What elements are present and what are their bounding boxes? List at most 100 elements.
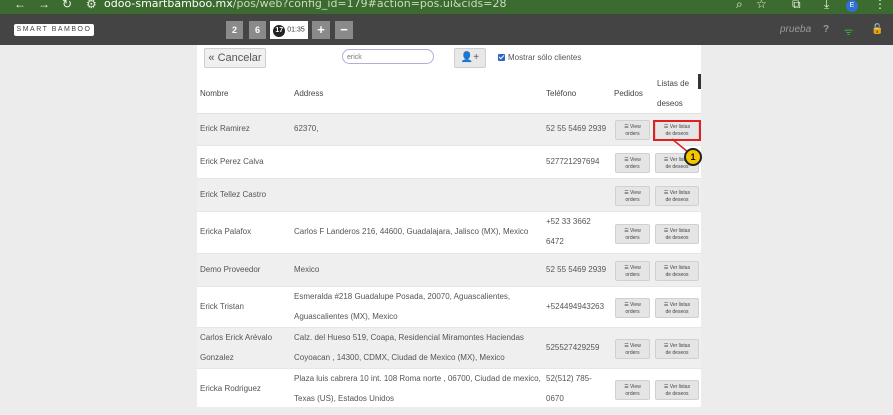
client-name: Erick Perez Calva — [200, 157, 264, 166]
scrollbar-thumb[interactable] — [698, 74, 701, 89]
view-orders-button[interactable]: ☰ View orders — [615, 224, 650, 244]
cancel-button[interactable]: « Cancelar — [204, 48, 266, 68]
view-wishlists-button[interactable]: ☰ Ver listas de deseos — [655, 298, 699, 318]
only-clients-toggle[interactable]: Mostrar sólo clientes — [498, 53, 581, 62]
menu-kebab-icon[interactable]: ⋮ — [874, 0, 886, 11]
client-phone-cont: 0670 — [546, 394, 564, 403]
client-row[interactable]: Erick Ramirez 62370, 52 55 5469 2939 ☰ V… — [197, 114, 701, 146]
pos-header: SMART BAMBOO 2 6 17 01:35 + − prueba ? ᯤ … — [0, 14, 893, 45]
client-row[interactable]: Erick Perez Calva 527721297694 ☰ View ord… — [197, 146, 701, 179]
client-name-cont: Gonzalez — [200, 353, 234, 362]
header-name: Nombre — [200, 89, 229, 98]
client-row[interactable]: Carlos Erick Arévalo Gonzalez Calz. del … — [197, 328, 701, 369]
back-arrow-icon[interactable]: ← — [14, 0, 26, 11]
view-wishlists-label: ☰ Ver listas — [663, 228, 691, 234]
checkbox-checked-icon[interactable] — [498, 54, 505, 61]
client-row[interactable]: Erick Tellez Castro ☰ View orders ☰ Ver l… — [197, 179, 701, 212]
profile-avatar[interactable]: E — [846, 0, 858, 12]
client-address: Carlos F Landeros 216, 44600, Guadalajar… — [294, 227, 529, 236]
view-orders-label: ☰ View — [624, 343, 641, 349]
extensions-icon[interactable]: ⧉ — [792, 0, 801, 12]
view-orders-button[interactable]: ☰ View orders — [615, 380, 650, 400]
search-icon[interactable]: ⌕ — [736, 0, 743, 12]
add-client-button[interactable]: 👤+ — [454, 48, 486, 68]
client-address: 62370, — [294, 124, 319, 133]
forward-arrow-icon[interactable]: → — [38, 0, 50, 11]
client-name: Ericka Palafox — [200, 227, 252, 236]
view-orders-label: ☰ View — [624, 124, 641, 130]
view-orders-button[interactable]: ☰ View orders — [615, 339, 650, 359]
view-orders-button[interactable]: ☰ View orders — [615, 298, 650, 318]
add-order-button[interactable]: + — [312, 21, 330, 39]
view-wishlists-label: de deseos — [665, 309, 689, 315]
view-wishlists-button[interactable]: ☰ Ver listas de deseos — [655, 261, 699, 281]
client-list-screen: « Cancelar erick 👤+ Mostrar sólo cliente… — [197, 45, 701, 415]
view-wishlists-button[interactable]: ☰ Ver listas de deseos — [655, 380, 699, 400]
view-orders-label: orders — [625, 272, 640, 278]
page-bottom — [0, 407, 893, 415]
view-orders-label: ☰ View — [624, 157, 641, 163]
reload-icon[interactable]: ↻ — [62, 0, 72, 11]
view-wishlists-label: ☰ Ver listas — [663, 384, 691, 390]
header-wishlists-line2: deseos — [657, 99, 683, 108]
view-wishlists-label: de deseos — [665, 235, 689, 241]
cashier-name[interactable]: prueba — [780, 24, 811, 35]
only-clients-label: Mostrar sólo clientes — [508, 53, 582, 62]
client-phone: +524494943263 — [546, 302, 605, 311]
view-wishlists-label: de deseos — [665, 391, 689, 397]
view-orders-label: ☰ View — [624, 265, 641, 271]
client-name: Demo Proveedor — [200, 265, 261, 274]
order-tab-6[interactable]: 6 — [249, 21, 266, 39]
help-button[interactable]: ? — [823, 24, 829, 35]
client-row[interactable]: Demo Proveedor Mexico 52 55 5469 2939 ☰ … — [197, 254, 701, 287]
view-wishlists-button[interactable]: ☰ Ver listas de deseos — [655, 339, 699, 359]
client-phone: 52(512) 785- — [546, 374, 592, 383]
view-orders-label: orders — [625, 197, 640, 203]
header-address: Address — [294, 89, 324, 98]
wifi-icon[interactable]: ᯤ — [844, 24, 853, 38]
client-row[interactable]: Erick Tristan Esmeralda #218 Guadalupe P… — [197, 287, 701, 328]
client-search-input[interactable]: erick — [342, 49, 434, 64]
order-time: 01:35 — [287, 26, 305, 34]
client-name: Erick Tellez Castro — [200, 190, 267, 199]
view-wishlists-label: ☰ Ver listas — [663, 302, 691, 308]
client-phone-cont: 6472 — [546, 237, 564, 246]
order-tab-2[interactable]: 2 — [226, 21, 243, 39]
view-orders-button[interactable]: ☰ View orders — [615, 120, 650, 140]
download-icon[interactable]: ⤓ — [824, 0, 829, 12]
view-wishlists-button[interactable]: ☰ Ver listas de deseos — [655, 186, 699, 206]
view-orders-label: ☰ View — [624, 190, 641, 196]
lock-icon[interactable]: 🔓 — [871, 24, 883, 35]
client-address: Mexico — [294, 265, 320, 274]
star-icon[interactable]: ☆ — [756, 0, 767, 11]
view-orders-label: ☰ View — [624, 302, 641, 308]
view-orders-button[interactable]: ☰ View orders — [615, 261, 650, 281]
client-phone: 52 55 5469 2939 — [546, 124, 607, 133]
client-row[interactable]: Ericka Palafox Carlos F Landeros 216, 44… — [197, 212, 701, 254]
client-address-cont: Aguascalientes (MX), Mexico — [294, 312, 398, 321]
order-tab-active[interactable]: 17 01:35 — [270, 21, 308, 39]
client-address: Calz. del Hueso 519, Coapa, Residencial … — [294, 333, 524, 342]
header-phone: Teléfono — [546, 89, 577, 98]
view-wishlists-label: de deseos — [665, 164, 689, 170]
site-info-icon[interactable]: ⚙ — [86, 0, 97, 11]
client-phone: +52 33 3662 — [546, 217, 591, 226]
view-orders-label: ☰ View — [624, 228, 641, 234]
client-row[interactable]: Ericka Rodriguez Plaza luis cabrera 10 i… — [197, 369, 701, 410]
client-list-toolbar: « Cancelar erick 👤+ Mostrar sólo cliente… — [197, 45, 701, 71]
view-orders-label: orders — [625, 235, 640, 241]
view-wishlists-label: de deseos — [665, 197, 689, 203]
view-wishlists-label: ☰ Ver listas — [663, 190, 691, 196]
client-name: Erick Tristan — [200, 302, 245, 311]
url-host: odoo-smartbamboo.mx — [104, 0, 233, 10]
remove-order-button[interactable]: − — [335, 21, 353, 39]
view-wishlists-button[interactable]: ☰ Ver listas de deseos — [655, 224, 699, 244]
view-orders-button[interactable]: ☰ View orders — [615, 186, 650, 206]
view-orders-button[interactable]: ☰ View orders — [615, 153, 650, 173]
client-address-cont: Texas (US), Estados Unidos — [294, 394, 395, 403]
client-address-cont: Coyoacan , 14300, CDMX, Ciudad de Mexico… — [294, 353, 505, 362]
address-bar[interactable]: odoo-smartbamboo.mx/pos/web?config_id=17… — [104, 0, 507, 10]
client-name: Ericka Rodriguez — [200, 384, 261, 393]
client-address: Plaza luis cabrera 10 int. 108 Roma nort… — [294, 374, 541, 383]
step-marker-badge: 1 — [684, 148, 702, 166]
